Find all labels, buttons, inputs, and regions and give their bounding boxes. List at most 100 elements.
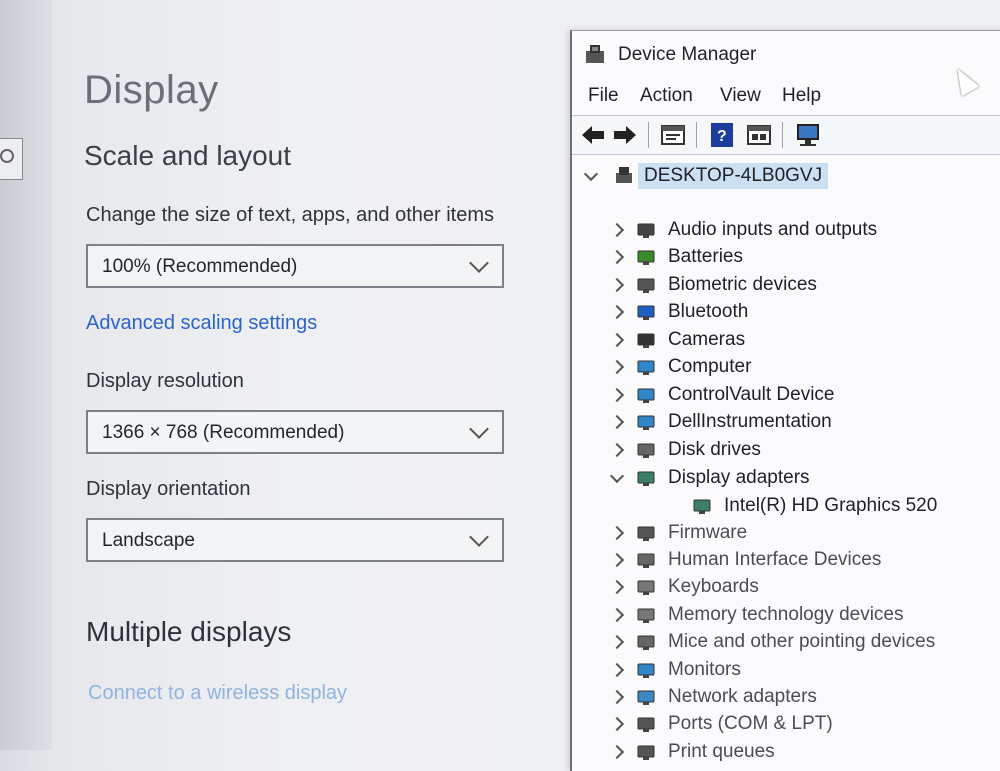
tree-item[interactable]: Cameras — [572, 327, 1000, 353]
root-label-highlight: DESKTOP-4LB0GVJ — [638, 163, 829, 189]
tree-item-label: ControlVault Device — [668, 384, 835, 405]
menu-action[interactable]: Action — [640, 85, 693, 107]
tree-item[interactable]: Batteries — [572, 244, 1000, 270]
battery-icon — [637, 250, 655, 265]
display-adapter-icon — [693, 499, 711, 514]
tree-item[interactable]: Memory technology devices — [572, 602, 1000, 628]
tree-item[interactable]: DellInstrumentation — [572, 409, 1000, 435]
scan-hardware-icon[interactable] — [794, 122, 822, 148]
window-title: Device Manager — [618, 44, 757, 65]
chevron-right-icon[interactable] — [609, 607, 625, 623]
scale-dropdown-value: 100% (Recommended) — [102, 256, 298, 277]
menu-help[interactable]: Help — [782, 85, 821, 107]
chevron-right-icon[interactable] — [609, 662, 625, 678]
tree-item[interactable]: Firmware — [572, 520, 1000, 546]
menu-file[interactable]: File — [588, 85, 619, 107]
scale-layout-heading: Scale and layout — [84, 140, 292, 171]
tree-item[interactable]: Ports (COM & LPT) — [572, 711, 1000, 737]
multiple-displays-heading: Multiple displays — [86, 616, 292, 647]
tree-item-label: DellInstrumentation — [668, 411, 832, 432]
chevron-right-icon[interactable] — [609, 332, 625, 348]
search-button[interactable] — [0, 138, 23, 180]
resolution-dropdown-value: 1366 × 768 (Recommended) — [102, 422, 345, 443]
chevron-down-icon — [469, 419, 489, 439]
tree-item-label: Mice and other pointing devices — [668, 631, 936, 652]
resolution-dropdown[interactable]: 1366 × 768 (Recommended) — [86, 410, 504, 454]
orientation-dropdown-value: Landscape — [102, 530, 195, 551]
chevron-right-icon[interactable] — [609, 525, 625, 541]
tree-item[interactable]: Biometric devices — [572, 272, 1000, 298]
search-icon — [0, 149, 14, 163]
chevron-right-icon[interactable] — [609, 222, 625, 238]
device-manager-icon — [586, 45, 604, 63]
scale-dropdown[interactable]: 100% (Recommended) — [86, 244, 504, 288]
monitor-icon — [637, 388, 655, 403]
tree-item-label: Keyboards — [668, 576, 759, 597]
bluetooth-icon — [637, 305, 655, 320]
menu-bar: File Action View Help — [572, 81, 1000, 113]
tree-item-label: Computer — [668, 356, 752, 377]
mouse-icon — [637, 635, 655, 650]
tree-item[interactable]: Human Interface Devices — [572, 547, 1000, 573]
chevron-right-icon[interactable] — [609, 249, 625, 265]
tree-item-label: Human Interface Devices — [668, 549, 882, 570]
root-label: DESKTOP-4LB0GVJ — [644, 165, 823, 186]
chevron-right-icon[interactable] — [609, 442, 625, 458]
tree-item-label: Bluetooth — [668, 301, 749, 322]
sidebar-edge — [0, 0, 52, 750]
tree-item[interactable]: Print queues — [572, 739, 1000, 765]
tree-item[interactable]: ControlVault Device — [572, 382, 1000, 408]
chevron-down-icon[interactable] — [583, 166, 599, 182]
tree-item-label: Print queues — [668, 741, 775, 762]
tree-item-label: Batteries — [668, 246, 743, 267]
chevron-down-icon[interactable] — [609, 468, 625, 484]
chevron-right-icon[interactable] — [609, 414, 625, 430]
chevron-right-icon[interactable] — [609, 579, 625, 595]
tree-item-label: Cameras — [668, 329, 746, 350]
keyboard-icon — [637, 580, 655, 595]
tree-item-label: Firmware — [668, 522, 748, 543]
chevron-right-icon[interactable] — [609, 552, 625, 568]
camera-icon — [637, 333, 655, 348]
tree-item[interactable]: Intel(R) HD Graphics 520 — [572, 493, 1000, 519]
computer-icon — [637, 360, 655, 375]
chevron-right-icon[interactable] — [609, 387, 625, 403]
chevron-right-icon[interactable] — [609, 744, 625, 760]
chevron-down-icon — [469, 527, 489, 547]
chevron-right-icon[interactable] — [609, 716, 625, 732]
tree-item[interactable]: Keyboards — [572, 574, 1000, 600]
back-icon[interactable] — [580, 122, 606, 148]
tree-item[interactable]: Bluetooth — [572, 299, 1000, 325]
tree-item[interactable]: Network adapters — [572, 684, 1000, 710]
size-label: Change the size of text, apps, and other… — [86, 204, 495, 226]
wireless-display-link[interactable]: Connect to a wireless display — [88, 682, 347, 705]
chevron-right-icon[interactable] — [609, 689, 625, 705]
chevron-right-icon[interactable] — [609, 359, 625, 375]
chevron-right-icon[interactable] — [609, 277, 625, 293]
tree-item[interactable]: Computer — [572, 354, 1000, 380]
help-icon[interactable]: ? — [710, 122, 734, 148]
advanced-scaling-link[interactable]: Advanced scaling settings — [86, 312, 317, 335]
properties-icon[interactable] — [660, 122, 686, 148]
tree-item-label: Intel(R) HD Graphics 520 — [724, 495, 938, 516]
computer-root-icon — [616, 167, 632, 183]
svg-text:?: ? — [717, 128, 727, 145]
orientation-dropdown[interactable]: Landscape — [86, 518, 504, 562]
update-driver-icon[interactable] — [746, 122, 772, 148]
tree-item[interactable]: Disk drives — [572, 437, 1000, 463]
tree-item[interactable]: Display adapters — [572, 465, 1000, 491]
menu-view[interactable]: View — [720, 85, 761, 107]
hid-icon — [637, 553, 655, 568]
forward-icon[interactable] — [612, 122, 638, 148]
firmware-icon — [637, 526, 655, 541]
speaker-icon — [637, 223, 655, 238]
display-adapter-icon — [637, 471, 655, 486]
chevron-right-icon[interactable] — [609, 634, 625, 650]
tree-item[interactable]: Audio inputs and outputs — [572, 217, 1000, 243]
port-icon — [637, 717, 655, 732]
tree-item[interactable]: Monitors — [572, 657, 1000, 683]
tree-item[interactable]: Mice and other pointing devices — [572, 629, 1000, 655]
tree-item-label: Ports (COM & LPT) — [668, 713, 833, 734]
chevron-right-icon[interactable] — [609, 304, 625, 320]
tree-item-label: Display adapters — [668, 467, 810, 488]
